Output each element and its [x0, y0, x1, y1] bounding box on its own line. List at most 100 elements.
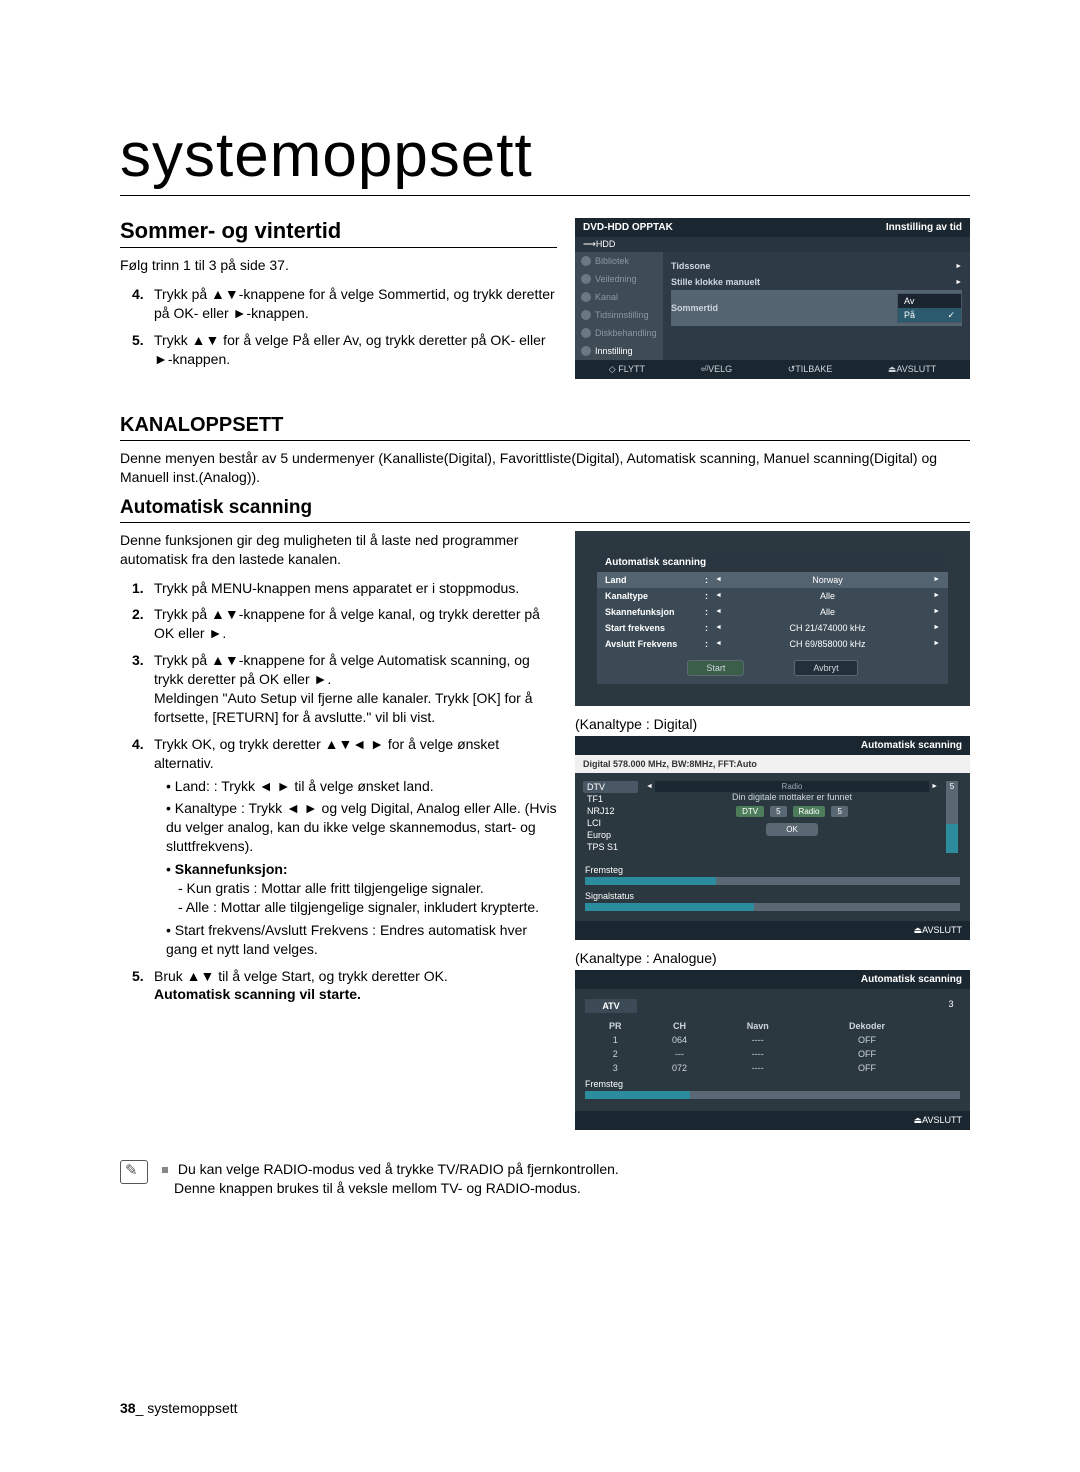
scan-row-slutt: Avslutt Frekvens: ◄ CH 69/858000 kHz ► [597, 636, 948, 652]
osd-row-sommertid-label: Sommertid [671, 303, 897, 313]
page-number: 38 [120, 1400, 136, 1416]
osd-dropdown-sommertid: Av På ✓ [897, 293, 962, 323]
bullet-skanne: Skannefunksjon: - Kun gratis : Mottar al… [166, 860, 557, 917]
chip-dtv: DTV [736, 806, 764, 817]
scan-row-kanaltype-key: Kanaltype [605, 591, 705, 601]
auto-step-1: 1.Trykk på MENU-knappen mens apparatet e… [154, 579, 557, 598]
bullet-skanne-b: - Alle : Mottar alle tilgjengelige signa… [178, 898, 557, 917]
chevron-left-icon: ◄ [715, 576, 722, 583]
apanel-table: PR CH Navn Dekoder 1 064 ---- OFF [585, 1019, 932, 1075]
osd-side-innstilling-label: Innstilling [595, 346, 633, 356]
osd-title-left: DVD-HDD OPPTAK [583, 222, 673, 233]
bullet-startfrek: Start frekvens/Avslutt Frekvens : Endres… [166, 921, 557, 959]
bullet-land: Land: : Trykk ◄ ► til å velge ønsket lan… [166, 777, 557, 796]
bullet-skanne-label: Skannefunksjon: [175, 861, 288, 877]
section-autoscan-heading: Automatisk scanning [120, 497, 970, 523]
chevron-right-icon: ► [955, 263, 962, 270]
osd-footer-avslutt: ⏏AVSLUTT [888, 364, 936, 375]
scanbox-screenshot: Automatisk scanning Land: ◄ Norway ► Kan… [575, 531, 970, 706]
note-icon [120, 1160, 148, 1184]
prog-ok-button: OK [766, 823, 818, 836]
osd-footer-flytt: ◇ FLYTT [609, 364, 645, 375]
apanel-cell: 2 [585, 1047, 646, 1061]
apanel-cell: OFF [802, 1033, 932, 1047]
scan-row-land: Land: ◄ Norway ► [597, 572, 948, 588]
table-row: 3 072 ---- OFF [585, 1061, 932, 1075]
scan-row-start: Start frekvens: ◄ CH 21/474000 kHz ► [597, 620, 948, 636]
prog-ch-5: TPS S1 [583, 841, 638, 853]
page-footer-sep: _ [136, 1400, 148, 1416]
osd-side-bibliotek: Bibliotek [575, 252, 663, 270]
sommer-step-5-text: Trykk ▲▼ for å velge På eller Av, og try… [154, 332, 546, 367]
auto-step-2-text: Trykk på ▲▼-knappene for å velge kanal, … [154, 606, 540, 641]
prog-count: 5 [946, 781, 958, 792]
osd-side-kanal: Kanal [575, 288, 663, 306]
osd-side-bibliotek-label: Bibliotek [595, 256, 629, 266]
scan-row-skannef: Skannefunksjon: ◄ Alle ► [597, 604, 948, 620]
caption-digital: (Kanaltype : Digital) [575, 716, 970, 732]
apanel-cell: --- [646, 1047, 714, 1061]
note-row: Du kan velge RADIO-modus ved å trykke TV… [120, 1160, 970, 1198]
scan-row-slutt-val: CH 69/858000 kHz [722, 639, 933, 649]
apanel-cell: ---- [714, 1047, 803, 1061]
prog-fremsteg-label: Fremsteg [585, 865, 960, 875]
prog-footer-avslutt: ⏏AVSLUTT [914, 925, 962, 936]
osd-side-diskbehandling-label: Diskbehandling [595, 328, 657, 338]
apanel-atv: ATV [585, 999, 637, 1013]
chevron-right-icon: ► [931, 783, 938, 790]
bullet-square-icon [162, 1167, 168, 1173]
chevron-left-icon: ◄ [715, 640, 722, 647]
progress-panel-analogue: Automatisk scanning ATV PR CH Navn Dekod… [575, 970, 970, 1130]
osd-side-veiledning-label: Veiledning [595, 274, 637, 284]
apanel-cell: 1 [585, 1033, 646, 1047]
prog-radio-header: Radio [655, 781, 929, 792]
apanel-footer-avslutt: ⏏AVSLUTT [914, 1115, 962, 1126]
chip-radio: Radio [793, 806, 826, 817]
apanel-fremsteg-label: Fremsteg [585, 1075, 960, 1091]
chevron-left-icon: ◄ [715, 608, 722, 615]
auto-step-4: 4. Trykk OK, og trykk deretter ▲▼◄ ► for… [154, 735, 557, 959]
section-sommertid-heading: Sommer- og vintertid [120, 218, 557, 248]
scan-row-land-key: Land [605, 575, 705, 585]
osd-option-av: Av [898, 294, 961, 308]
auto-step-3: 3. Trykk på ▲▼-knappene for å velge Auto… [154, 651, 557, 727]
scan-row-skannef-key: Skannefunksjon [605, 607, 705, 617]
apanel-h-ch: CH [646, 1019, 714, 1033]
apanel-cell: 072 [646, 1061, 714, 1075]
scan-row-start-key: Start frekvens [605, 623, 705, 633]
chevron-right-icon: ► [955, 279, 962, 286]
apanel-cell: ---- [714, 1061, 803, 1075]
auto-step-2: 2.Trykk på ▲▼-knappene for å velge kanal… [154, 605, 557, 643]
page-footer: 38_ systemoppsett [120, 1400, 238, 1416]
scan-row-skannef-val: Alle [722, 607, 933, 617]
apanel-count: 3 [942, 999, 960, 1075]
apanel-cell: 3 [585, 1061, 646, 1075]
prog-signal-label: Signalstatus [585, 891, 960, 901]
section-kanaloppsett-heading: KANALOPPSETT [120, 414, 970, 441]
sommer-step-4: 4.Trykk på ▲▼-knappene for å velge Somme… [154, 285, 557, 323]
auto-step-4-text: Trykk OK, og trykk deretter ▲▼◄ ► for å … [154, 736, 499, 771]
osd-footer-velg: ⏎VELG [701, 364, 733, 375]
page-footer-label: systemoppsett [147, 1400, 237, 1416]
osd-row-stille-label: Stille klokke manuelt [671, 277, 955, 287]
prog-vertical-bar: 5 [946, 781, 958, 853]
osd-side-innstilling: Innstilling [575, 342, 663, 360]
bullet-kanaltype: Kanaltype : Trykk ◄ ► og velg Digital, A… [166, 799, 557, 856]
chevron-right-icon: ► [933, 576, 940, 583]
chevron-left-icon: ◄ [646, 783, 653, 790]
apanel-h-dekoder: Dekoder [802, 1019, 932, 1033]
apanel-cell: OFF [802, 1061, 932, 1075]
sommer-intro: Følg trinn 1 til 3 på side 37. [120, 256, 557, 275]
auto-step-1-text: Trykk på MENU-knappen mens apparatet er … [154, 580, 519, 596]
chevron-right-icon: ► [933, 608, 940, 615]
bullet-skanne-a: - Kun gratis : Mottar alle fritt tilgjen… [178, 879, 557, 898]
kanal-intro: Denne menyen består av 5 undermenyer (Ka… [120, 449, 970, 487]
note-line-2: Denne knappen brukes til å veksle mellom… [174, 1179, 581, 1198]
auto-step-5: 5. Bruk ▲▼ til å velge Start, og trykk d… [154, 967, 557, 1005]
osd-side-tidsinnstilling: Tidsinnstilling [575, 306, 663, 324]
auto-intro: Denne funksjonen gir deg muligheten til … [120, 531, 557, 569]
apanel-hbar [585, 1091, 960, 1099]
osd-side-veiledning: Veiledning [575, 270, 663, 288]
scanbox-title: Automatisk scanning [597, 553, 948, 572]
page-main-title: systemoppsett [120, 120, 970, 196]
